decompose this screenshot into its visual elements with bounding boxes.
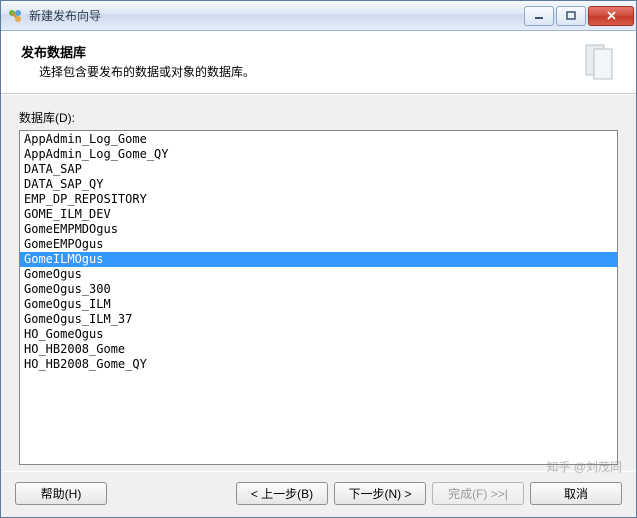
back-button[interactable]: < 上一步(B) (236, 482, 328, 505)
next-button[interactable]: 下一步(N) > (334, 482, 426, 505)
list-item[interactable]: DATA_SAP (20, 162, 617, 177)
wizard-window: 新建发布向导 发布数据库 选择包含要发布的数据或对象的数据库。 (0, 0, 637, 518)
close-button[interactable] (588, 6, 634, 26)
list-item[interactable]: GomeEMPMDOgus (20, 222, 617, 237)
close-icon (606, 11, 617, 21)
list-item[interactable]: AppAdmin_Log_Gome (20, 132, 617, 147)
list-item[interactable]: HO_GomeOgus (20, 327, 617, 342)
minimize-button[interactable] (524, 6, 554, 26)
list-item[interactable]: GomeOgus_ILM_37 (20, 312, 617, 327)
page-subtitle: 选择包含要发布的数据或对象的数据库。 (39, 63, 570, 80)
titlebar: 新建发布向导 (1, 1, 636, 31)
maximize-button[interactable] (556, 6, 586, 26)
window-controls (522, 6, 634, 26)
page-title: 发布数据库 (21, 42, 570, 61)
list-item[interactable]: GomeOgus_300 (20, 282, 617, 297)
list-item[interactable]: GOME_ILM_DEV (20, 207, 617, 222)
list-item[interactable]: GomeEMPOgus (20, 237, 617, 252)
window-title: 新建发布向导 (29, 7, 522, 24)
content-area: 数据库(D): AppAdmin_Log_GomeAppAdmin_Log_Go… (1, 94, 636, 471)
minimize-icon (534, 11, 544, 21)
help-button[interactable]: 帮助(H) (15, 482, 107, 505)
cancel-button[interactable]: 取消 (530, 482, 622, 505)
list-item[interactable]: GomeOgus (20, 267, 617, 282)
header-graphic (578, 39, 622, 83)
list-item[interactable]: DATA_SAP_QY (20, 177, 617, 192)
app-icon (7, 8, 23, 24)
finish-button: 完成(F) >>| (432, 482, 524, 505)
maximize-icon (566, 11, 576, 21)
list-item[interactable]: EMP_DP_REPOSITORY (20, 192, 617, 207)
database-list-label: 数据库(D): (19, 109, 618, 126)
list-item[interactable]: GomeILMOgus (20, 252, 617, 267)
list-item[interactable]: HO_HB2008_Gome (20, 342, 617, 357)
list-item[interactable]: HO_HB2008_Gome_QY (20, 357, 617, 372)
footer: 帮助(H) < 上一步(B) 下一步(N) > 完成(F) >>| 取消 (1, 472, 636, 517)
list-item[interactable]: AppAdmin_Log_Gome_QY (20, 147, 617, 162)
database-listbox[interactable]: AppAdmin_Log_GomeAppAdmin_Log_Gome_QYDAT… (19, 130, 618, 465)
wizard-header: 发布数据库 选择包含要发布的数据或对象的数据库。 (1, 31, 636, 94)
list-item[interactable]: GomeOgus_ILM (20, 297, 617, 312)
